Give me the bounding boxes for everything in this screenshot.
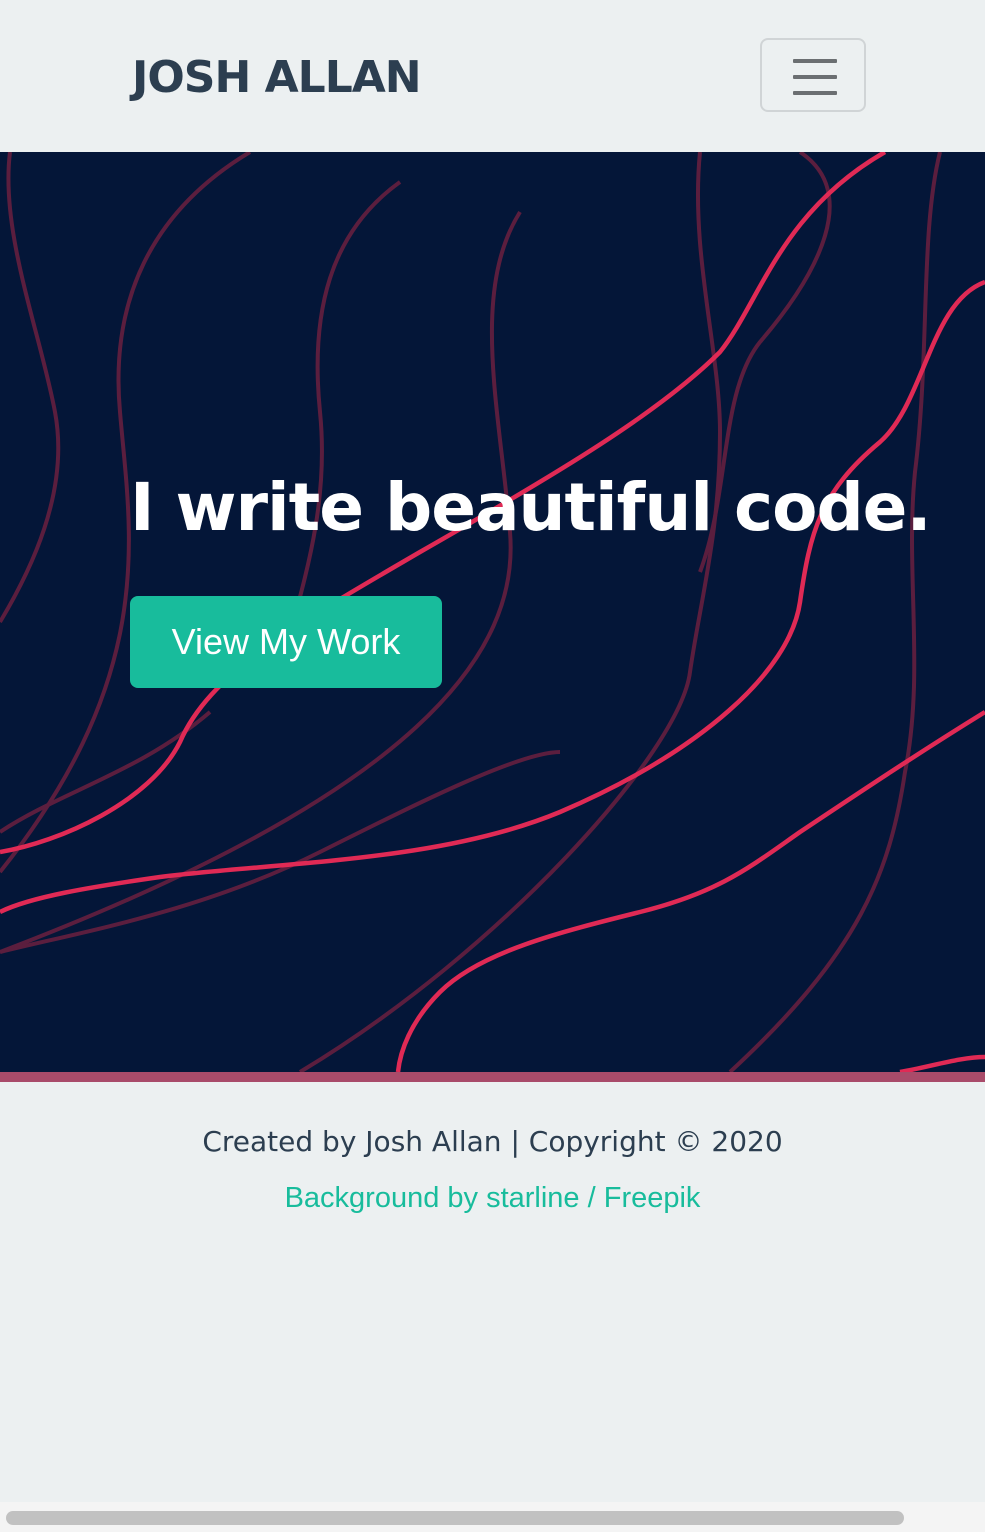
background-credit-link[interactable]: Background by starline / Freepik <box>0 1176 985 1220</box>
page: JOSH ALLAN I write beautiful code. View … <box>0 0 985 1532</box>
footer: Created by Josh Allan | Copyright © 2020… <box>0 1082 985 1502</box>
scrollbar-thumb[interactable] <box>6 1511 904 1525</box>
hero-section: I write beautiful code. View My Work <box>0 152 985 1072</box>
brand-logo-link[interactable]: JOSH ALLAN <box>132 48 422 108</box>
copyright-text: Created by Josh Allan | Copyright © 2020 <box>202 1125 783 1158</box>
menu-toggle-button[interactable] <box>760 38 866 112</box>
hero-bottom-border <box>0 1072 985 1082</box>
horizontal-scrollbar[interactable] <box>0 1502 985 1532</box>
view-my-work-button[interactable]: View My Work <box>130 596 442 688</box>
hero-headline: I write beautiful code. <box>130 469 932 546</box>
navbar: JOSH ALLAN <box>0 0 985 152</box>
